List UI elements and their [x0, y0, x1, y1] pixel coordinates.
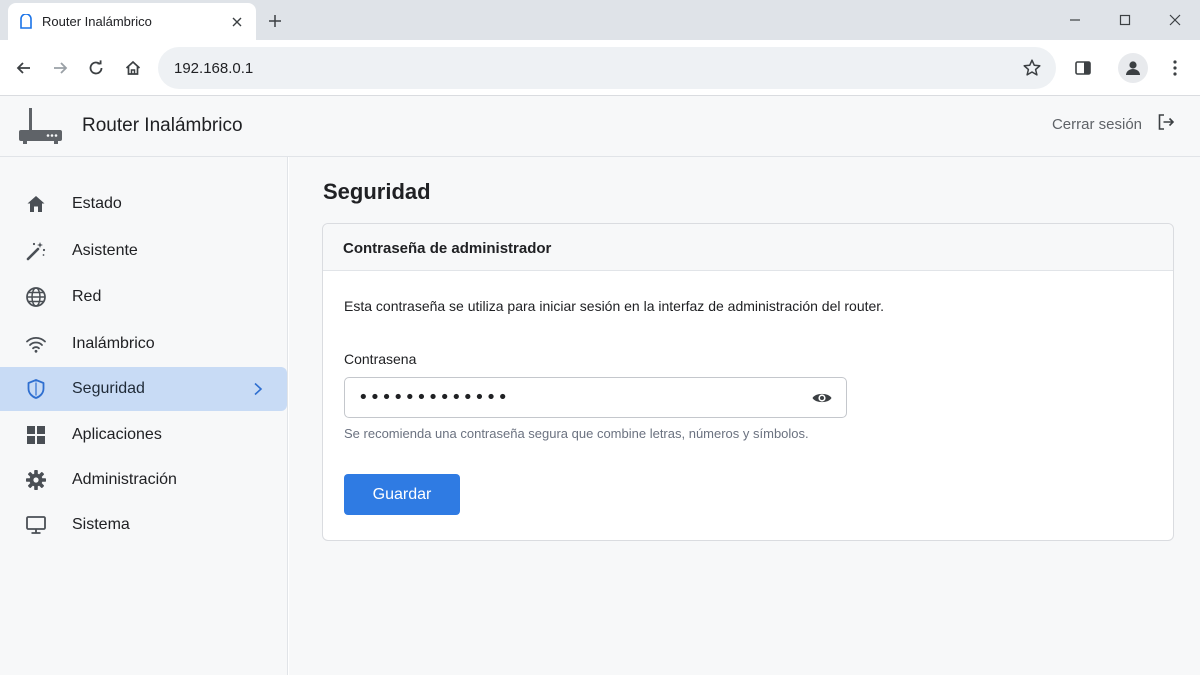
sidebar-item-estado[interactable]: Estado: [0, 182, 287, 226]
show-password-eye-icon[interactable]: [808, 384, 836, 412]
close-window-icon[interactable]: [1160, 6, 1190, 34]
browser-tab[interactable]: Router Inalámbrico: [8, 3, 256, 40]
bookmark-star-icon[interactable]: [1018, 54, 1046, 82]
reload-icon[interactable]: [82, 54, 110, 82]
sidebar-item-label: Administración: [72, 471, 177, 488]
admin-password-card: Contraseña de administrador Esta contras…: [322, 223, 1174, 541]
back-arrow-icon[interactable]: [10, 54, 38, 82]
apps-grid-icon: [24, 423, 48, 447]
router-logo-icon: [18, 108, 64, 144]
save-button[interactable]: Guardar: [344, 474, 460, 515]
sidebar-item-aplicaciones[interactable]: Aplicaciones: [0, 413, 287, 457]
router-favicon-icon: [18, 13, 34, 30]
logout-button[interactable]: Cerrar sesión: [1052, 112, 1176, 137]
sidebar-item-seguridad[interactable]: Seguridad: [0, 367, 287, 411]
chevron-right-icon: [251, 382, 265, 396]
card-description: Esta contraseña se utiliza para iniciar …: [344, 298, 885, 314]
password-field[interactable]: •••••••••••••: [344, 377, 847, 418]
profile-avatar-icon[interactable]: [1118, 53, 1148, 83]
sidebar-item-label: Aplicaciones: [72, 426, 162, 443]
home-browser-icon[interactable]: [119, 54, 147, 82]
sidebar-item-label: Seguridad: [72, 380, 145, 397]
sidebar-item-asistente[interactable]: Asistente: [0, 229, 287, 273]
home-icon: [24, 192, 48, 216]
sidebar-item-sistema[interactable]: Sistema: [0, 503, 287, 547]
shield-icon: [24, 377, 48, 401]
browser-toolbar: 192.168.0.1: [0, 40, 1200, 96]
gear-icon: [24, 468, 48, 492]
sidebar-item-label: Asistente: [72, 242, 138, 259]
main-content: Seguridad Contraseña de administrador Es…: [289, 157, 1200, 675]
app-title: Router Inalámbrico: [82, 115, 243, 136]
maximize-window-icon[interactable]: [1110, 6, 1140, 34]
sidebar-item-administracion[interactable]: Administración: [0, 458, 287, 502]
sidebar-item-label: Sistema: [72, 516, 130, 533]
password-hint: Se recomienda una contraseña segura que …: [344, 426, 809, 441]
sidebar-item-label: Inalámbrico: [72, 335, 155, 352]
globe-icon: [24, 285, 48, 309]
sidebar-item-label: Red: [72, 288, 102, 305]
sidebar: Estado Asistente Red Inalámbrico Segurid…: [0, 157, 288, 675]
page-title: Seguridad: [323, 179, 431, 204]
sidebar-item-label: Estado: [72, 195, 122, 212]
password-label: Contrasena: [344, 351, 417, 367]
close-tab-icon[interactable]: [228, 13, 246, 31]
magic-wand-icon: [24, 239, 48, 263]
app-header: Router Inalámbrico Cerrar sesión: [0, 96, 1200, 157]
more-menu-icon[interactable]: [1160, 53, 1190, 83]
url-text[interactable]: 192.168.0.1: [174, 60, 1018, 77]
sidebar-item-inalambrico[interactable]: Inalámbrico: [0, 322, 287, 366]
sidebar-item-red[interactable]: Red: [0, 275, 287, 319]
logout-label: Cerrar sesión: [1051, 116, 1142, 133]
wifi-icon: [24, 332, 48, 356]
logout-icon: [1156, 112, 1176, 137]
side-panel-icon[interactable]: [1068, 53, 1098, 83]
tab-title: Router Inalámbrico: [42, 14, 152, 29]
password-value[interactable]: •••••••••••••: [358, 387, 808, 408]
card-header: Contraseña de administrador: [323, 224, 1173, 271]
monitor-icon: [24, 513, 48, 537]
browser-tab-bar: Router Inalámbrico: [0, 0, 1200, 40]
address-bar[interactable]: 192.168.0.1: [158, 47, 1056, 89]
forward-arrow-icon[interactable]: [46, 54, 74, 82]
new-tab-button[interactable]: [262, 8, 288, 34]
minimize-window-icon[interactable]: [1060, 6, 1090, 34]
